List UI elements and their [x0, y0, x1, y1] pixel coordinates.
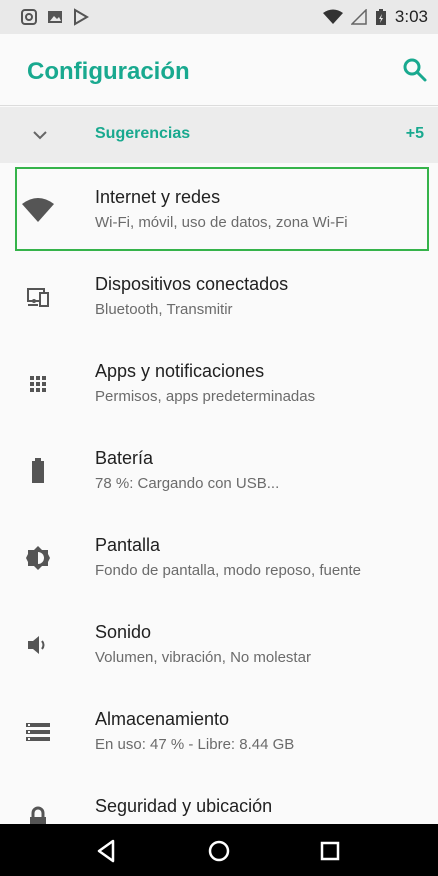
battery-status-icon — [375, 9, 386, 25]
search-icon — [403, 58, 427, 82]
battery-icon — [32, 458, 44, 483]
settings-item-subtitle: En uso: 47 % - Libre: 8.44 GB — [95, 736, 295, 753]
settings-item-title: Apps y notificaciones — [95, 361, 265, 381]
search-button[interactable] — [400, 55, 430, 85]
settings-item-title: Dispositivos conectados — [95, 274, 289, 294]
storage-icon — [26, 723, 50, 741]
recents-button[interactable] — [316, 837, 344, 865]
image-icon — [48, 11, 62, 23]
app-bar: Configuración — [0, 34, 438, 106]
selection-highlight — [15, 167, 429, 251]
settings-item-subtitle: Bluetooth, Transmitir — [95, 301, 233, 318]
status-bar: 3:03 — [0, 0, 438, 34]
home-icon — [208, 840, 230, 862]
cell-signal-icon — [350, 9, 367, 25]
settings-item-title: Batería — [95, 448, 154, 468]
settings-item-subtitle: 78 %: Cargando con USB... — [95, 475, 280, 492]
back-button[interactable] — [93, 837, 121, 865]
apps-grid-icon — [30, 376, 46, 392]
volume-icon — [28, 636, 45, 654]
status-time: 3:03 — [394, 7, 428, 26]
navigation-bar — [0, 824, 438, 876]
settings-item-title: Pantalla — [95, 535, 161, 555]
settings-item-storage[interactable]: Almacenamiento En uso: 47 % - Libre: 8.4… — [0, 688, 438, 774]
data-saver-icon — [21, 9, 37, 25]
status-bar-notifications — [20, 8, 90, 26]
recents-icon — [320, 841, 340, 861]
settings-item-devices[interactable]: Dispositivos conectados Bluetooth, Trans… — [0, 253, 438, 339]
settings-item-display[interactable]: Pantalla Fondo de pantalla, modo reposo,… — [0, 514, 438, 600]
settings-item-subtitle: Permisos, apps predeterminadas — [95, 388, 316, 405]
devices-icon — [27, 288, 49, 307]
settings-item-sound[interactable]: Sonido Volumen, vibración, No molestar — [0, 601, 438, 687]
settings-item-title: Almacenamiento — [95, 709, 230, 729]
back-icon — [97, 839, 115, 863]
suggestions-count: +5 — [405, 125, 424, 142]
settings-item-title: Sonido — [95, 622, 152, 642]
suggestions-label: Sugerencias — [95, 125, 191, 142]
settings-item-apps[interactable]: Apps y notificaciones Permisos, apps pre… — [0, 340, 438, 426]
settings-item-battery[interactable]: Batería 78 %: Cargando con USB... — [0, 427, 438, 513]
play-store-icon — [74, 8, 89, 26]
brightness-icon — [26, 546, 50, 570]
settings-item-subtitle: Volumen, vibración, No molestar — [95, 649, 311, 666]
suggestions-row[interactable]: Sugerencias +5 — [0, 107, 438, 163]
settings-item-title: Seguridad y ubicación — [95, 796, 273, 816]
settings-item-subtitle: Fondo de pantalla, modo reposo, fuente — [95, 562, 362, 579]
home-button[interactable] — [205, 837, 233, 865]
wifi-signal-icon — [322, 9, 343, 24]
status-bar-system: 3:03 — [322, 7, 428, 27]
page-title: Configuración — [27, 58, 190, 85]
chevron-down-icon — [33, 131, 47, 140]
